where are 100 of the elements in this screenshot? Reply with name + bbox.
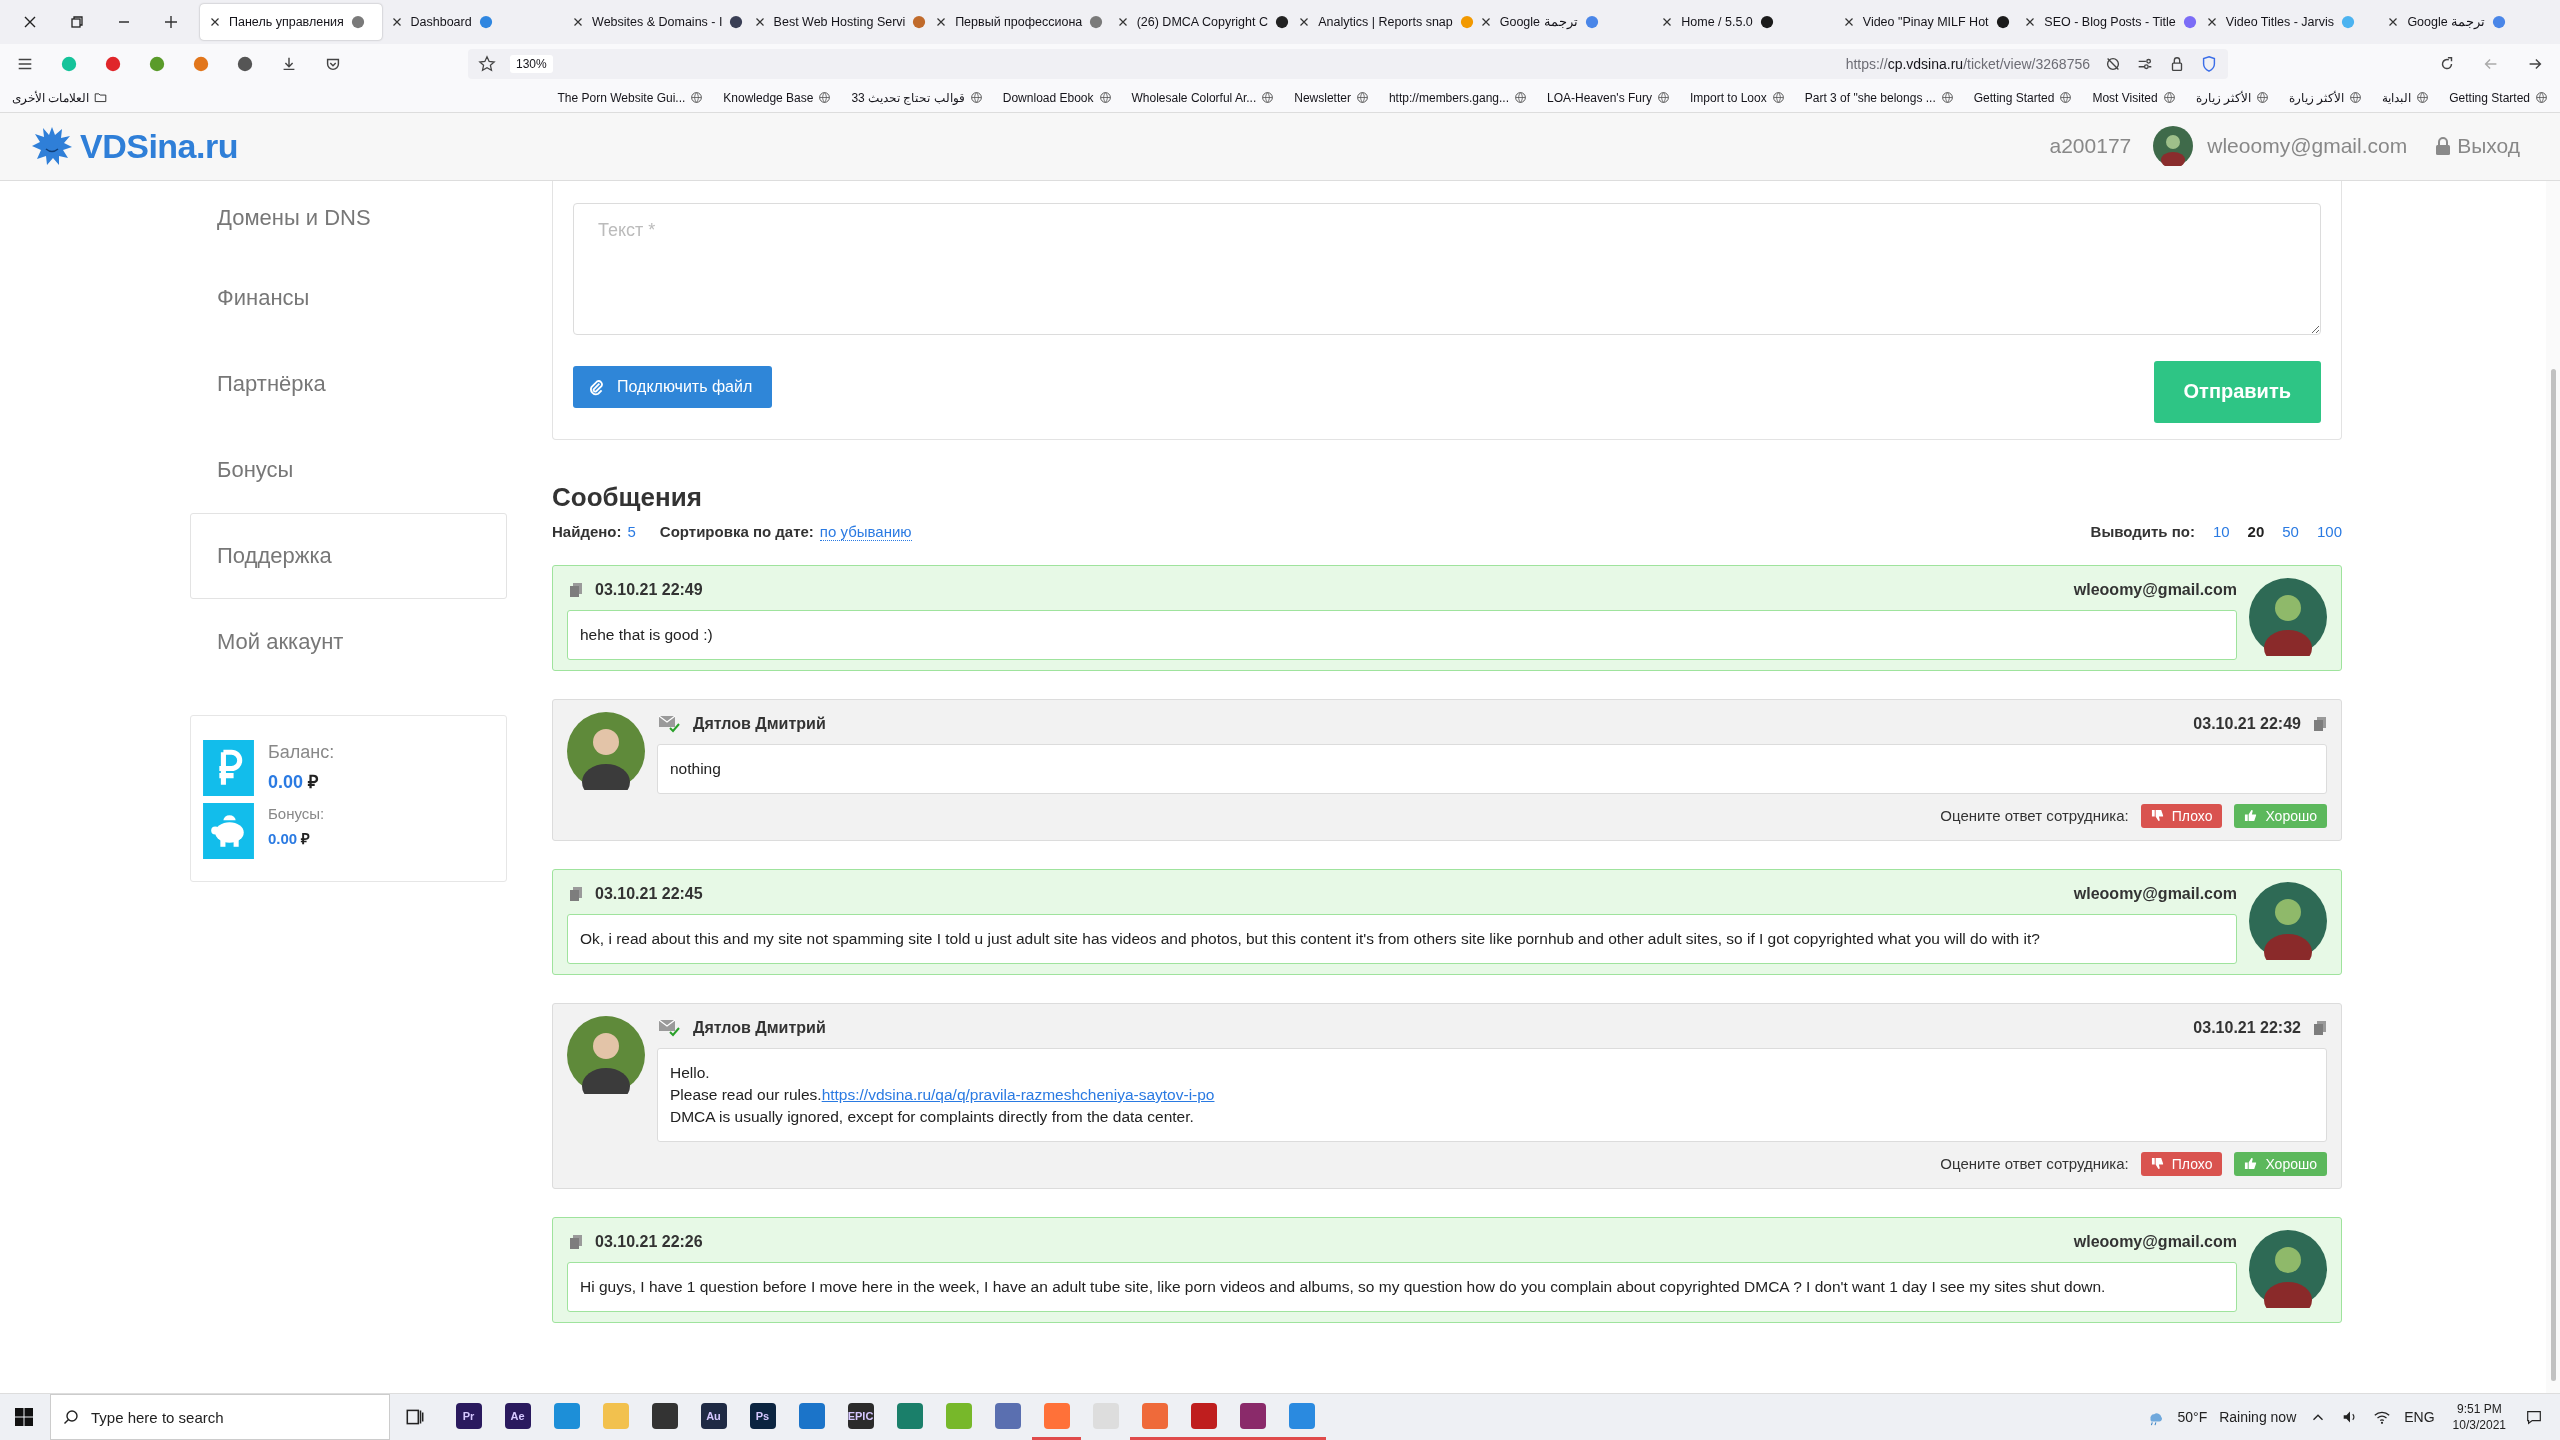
message-field[interactable]: Текст * (573, 202, 2321, 335)
globe-icon[interactable] (2535, 91, 2548, 105)
zoom-badge[interactable]: 130% (510, 54, 553, 73)
star-icon[interactable] (478, 54, 496, 73)
bookmark[interactable]: Knowledge Base (723, 90, 832, 105)
extension-icon[interactable] (236, 54, 254, 73)
globe-icon[interactable] (1940, 91, 1954, 105)
url-text[interactable]: https://cp.vdsina.ru/ticket/view/3268756 (1845, 55, 2090, 72)
paperclip-icon[interactable] (587, 377, 605, 396)
globe-icon[interactable] (2416, 91, 2430, 105)
extension-icon[interactable] (148, 54, 166, 73)
windows-start-icon[interactable] (14, 1407, 34, 1427)
globe-icon[interactable] (1098, 91, 1112, 105)
notifications-icon[interactable] (2525, 1408, 2543, 1426)
attach-file-button[interactable]: Подключить файл (573, 365, 773, 408)
globe-icon[interactable] (1771, 91, 1785, 105)
copy-icon[interactable] (2313, 1019, 2327, 1036)
browser-tab[interactable]: Панель управления (200, 4, 382, 40)
bookmark[interactable]: Part 3 of "she belongs ... (1804, 90, 1954, 105)
bookmark[interactable]: الأكثر زيارة (2288, 90, 2363, 105)
globe-icon[interactable] (818, 91, 832, 105)
site-logo[interactable]: VDSina.ru (80, 126, 238, 166)
search-icon[interactable] (63, 1409, 79, 1425)
browser-tab[interactable]: Video "Pinay MILF Hot (1833, 4, 2016, 40)
bookmark[interactable]: Download Ebook (1002, 90, 1112, 105)
sidebar-item[interactable]: Мой аккаунт (190, 598, 507, 685)
thumbs-up-icon[interactable] (2244, 809, 2258, 823)
weather-status[interactable]: Raining now (2219, 1409, 2297, 1425)
weather-temperature[interactable]: 50°F (2177, 1409, 2208, 1425)
sidebar-item[interactable]: Домены и DNS (190, 180, 507, 255)
per-page-option[interactable]: 50 (2282, 522, 2299, 540)
bookmark[interactable]: Most Visited (2092, 90, 2176, 105)
browser-tab[interactable]: Analytics | Reports snap (1289, 4, 1471, 40)
bad-rating-button[interactable]: Плохо (2140, 1151, 2223, 1176)
sort-link[interactable]: по убыванию (819, 522, 912, 541)
language-indicator[interactable]: ENG (2404, 1409, 2435, 1425)
folder-icon[interactable] (94, 91, 108, 105)
globe-icon[interactable] (2255, 91, 2269, 105)
globe-icon[interactable] (1514, 91, 1527, 105)
bookmark[interactable]: Import to Loox (1690, 90, 1785, 105)
browser-tab[interactable]: Google ترجمة (2378, 4, 2560, 40)
bookmark[interactable]: The Porn Website Gui... (557, 90, 704, 105)
bad-rating-button[interactable]: Плохо (2140, 803, 2223, 828)
shield-icon[interactable] (2200, 54, 2218, 73)
per-page-option[interactable]: 100 (2316, 522, 2342, 540)
taskbar-search-field[interactable]: Type here to search (50, 1394, 390, 1440)
browser-tab[interactable]: Первый профессиона (926, 4, 1108, 40)
per-page-option[interactable]: 10 (2212, 522, 2230, 540)
copy-icon[interactable] (569, 581, 583, 598)
browser-tab[interactable]: Best Web Hosting Servi (744, 4, 927, 40)
thumbs-up-icon[interactable] (2244, 1157, 2258, 1171)
scrollbar[interactable] (2546, 180, 2560, 1393)
clock-time[interactable]: 9:51 PM (2456, 1401, 2502, 1417)
bookmark[interactable]: الأكثر زيارة (2195, 90, 2269, 105)
restore-icon[interactable] (69, 14, 85, 30)
bonuses-value: 0.00 ₽ (268, 828, 312, 848)
bookmark[interactable]: http://members.gang... (1388, 90, 1527, 105)
extension-icon[interactable] (192, 54, 210, 73)
globe-icon[interactable] (2059, 91, 2073, 105)
bookmark[interactable]: 33 قوالب تحتاج تحديث (851, 90, 983, 105)
globe-icon[interactable] (690, 91, 704, 105)
bookmark[interactable]: LOA-Heaven's Fury (1547, 90, 1670, 105)
message-author: Дятлов Дмитрий (693, 1018, 826, 1037)
bookmark[interactable]: Newsletter (1294, 90, 1369, 105)
clock-date[interactable]: 10/3/2021 (2452, 1417, 2506, 1433)
bookmark[interactable]: Getting Started (2449, 90, 2548, 105)
sidebar-item[interactable]: Финансы (190, 254, 507, 341)
browser-tab[interactable]: SEO - Blog Posts - Title (2015, 4, 2197, 40)
copy-icon[interactable] (2313, 715, 2327, 732)
copy-icon[interactable] (569, 1233, 583, 1250)
browser-tab[interactable]: (26) DMCA Copyright C (1107, 4, 1290, 40)
sidebar-item[interactable]: Поддержка (190, 512, 507, 599)
sun-logo-icon[interactable] (32, 126, 72, 167)
browser-tab[interactable]: Video Titles - Jarvis (2196, 4, 2379, 40)
globe-icon[interactable] (2162, 91, 2176, 105)
close-icon[interactable] (22, 14, 38, 30)
globe-icon[interactable] (1355, 91, 1369, 105)
globe-icon[interactable] (1657, 91, 1670, 105)
sidebar-item[interactable]: Бонусы (190, 426, 507, 513)
address-bar[interactable]: 130% https://cp.vdsina.ru/ticket/view/3268756 (468, 48, 2228, 79)
globe-icon[interactable] (969, 91, 983, 105)
avatar[interactable] (2153, 126, 2194, 167)
per-page-option[interactable]: 20 (2247, 522, 2265, 540)
browser-tab[interactable]: Google ترجمة (1470, 4, 1653, 40)
browser-tab[interactable]: Websites & Domains - I (563, 4, 745, 40)
thumbs-down-icon[interactable] (2150, 1157, 2164, 1171)
thumbs-down-icon[interactable] (2150, 809, 2164, 823)
browser-tab[interactable]: Dashboard (381, 4, 564, 40)
bookmark[interactable]: البداية (2382, 90, 2430, 105)
sidebar-item[interactable]: Партнёрка (190, 340, 507, 427)
copy-icon[interactable] (569, 885, 583, 902)
globe-icon[interactable] (1261, 91, 1275, 105)
globe-icon[interactable] (2349, 91, 2363, 105)
rules-link[interactable]: https://vdsina.ru/qa/q/pravila-razmeshcheniya-saytov-i-po (821, 1085, 1215, 1103)
bookmark[interactable]: Getting Started (1973, 90, 2073, 105)
new-tab-icon[interactable] (163, 14, 179, 30)
browser-tab[interactable]: Home / 5.5.0 (1652, 4, 1834, 40)
bookmark[interactable]: Wholesale Colorful Ar... (1131, 90, 1275, 105)
bookmark-folder[interactable]: العلامات الأخرى (12, 90, 108, 105)
extension-icon[interactable] (104, 54, 122, 73)
